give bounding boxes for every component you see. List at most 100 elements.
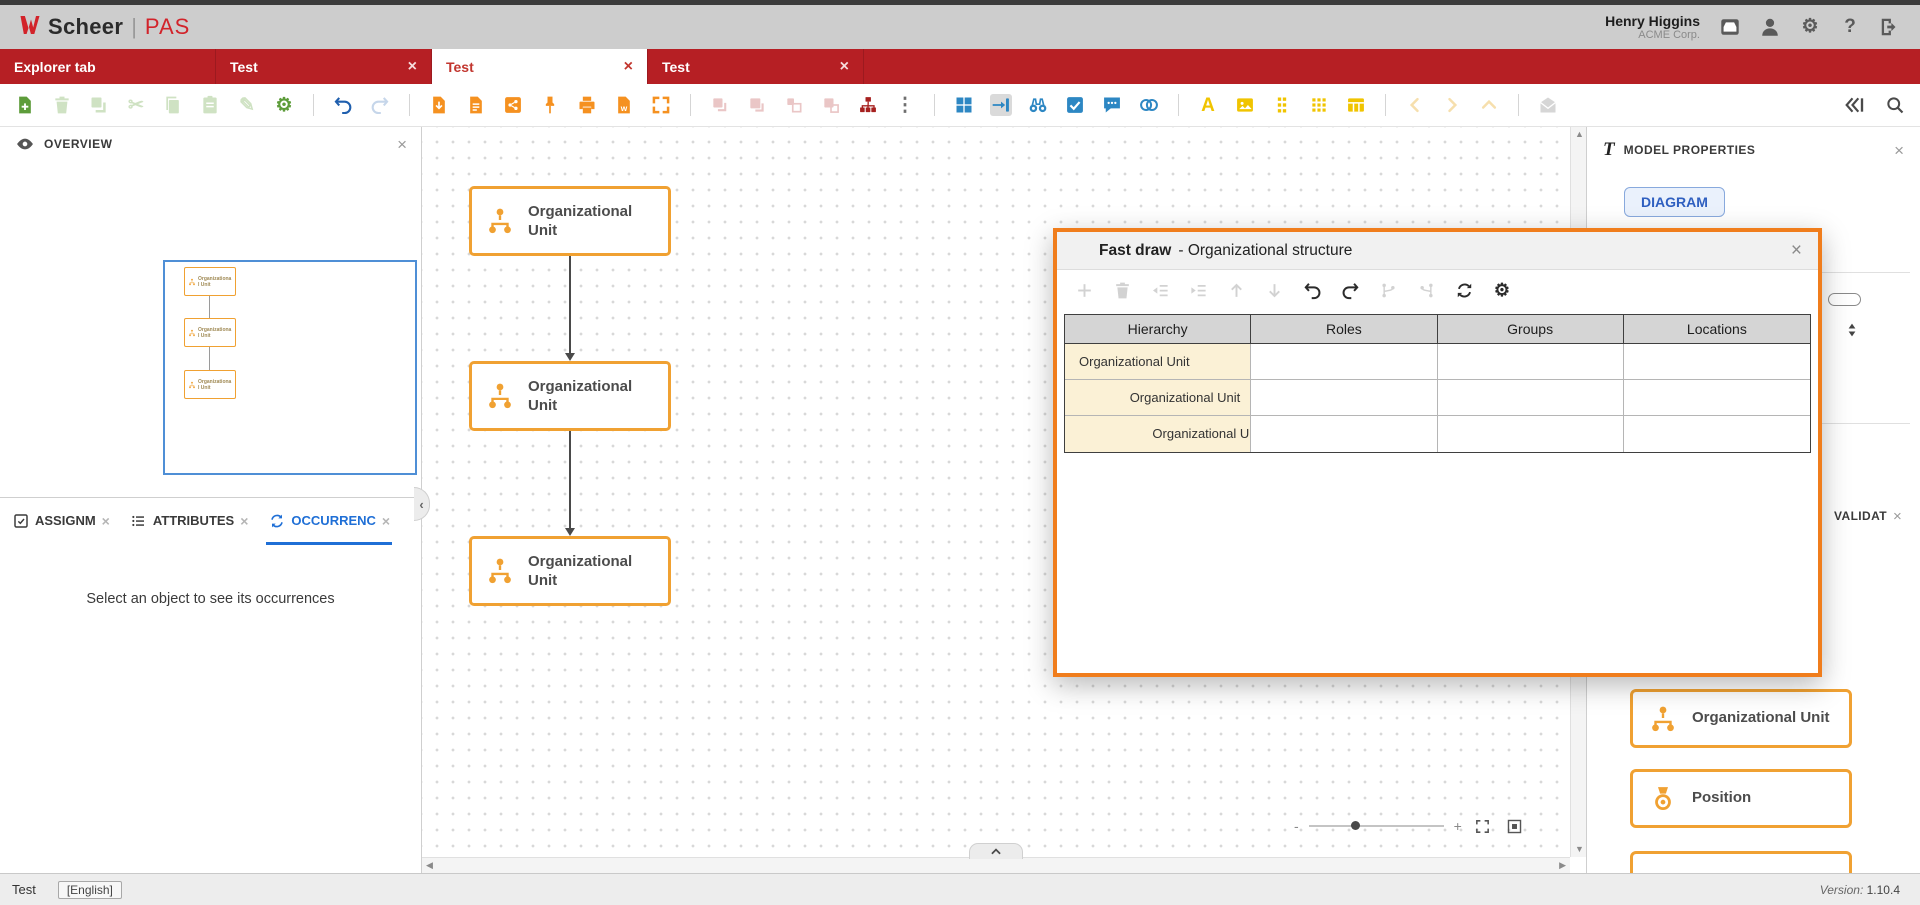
dialog-header[interactable]: Fast draw - Organizational structure ×: [1057, 232, 1818, 270]
user-info[interactable]: Henry Higgins ACME Corp.: [1605, 13, 1700, 42]
pin-icon[interactable]: [539, 94, 561, 116]
delete-icon[interactable]: [51, 94, 73, 116]
sort-updown-icon[interactable]: [1843, 321, 1861, 344]
zoom-slider[interactable]: [1309, 825, 1444, 827]
symbols-grid-icon[interactable]: [1308, 94, 1330, 116]
redo-icon[interactable]: [369, 94, 391, 116]
empty-cell[interactable]: [1624, 344, 1810, 380]
print-icon[interactable]: [576, 94, 598, 116]
mail-icon[interactable]: [1537, 94, 1559, 116]
copy-icon[interactable]: [162, 94, 184, 116]
fullscreen-icon[interactable]: [1472, 815, 1494, 837]
expand-bottom-panel-button[interactable]: [969, 843, 1023, 859]
collapse-panel-icon[interactable]: [1844, 94, 1866, 116]
close-tab-icon[interactable]: ×: [624, 58, 633, 76]
delete-row-icon[interactable]: [1111, 279, 1133, 301]
diagram-button[interactable]: DIAGRAM: [1624, 187, 1725, 217]
org-unit-node[interactable]: Organizational Unit: [469, 361, 671, 431]
move-up-icon[interactable]: [1225, 279, 1247, 301]
close-tab-icon[interactable]: ×: [102, 513, 110, 529]
send-backward-icon[interactable]: [820, 94, 842, 116]
document-tab-3[interactable]: Test×: [648, 49, 864, 84]
share-icon[interactable]: [502, 94, 524, 116]
insert-table-icon[interactable]: [1345, 94, 1367, 116]
hierarchy-cell[interactable]: Organizational Unit: [1065, 344, 1251, 380]
indent-icon[interactable]: [1187, 279, 1209, 301]
close-icon[interactable]: ×: [1894, 142, 1904, 159]
close-tab-icon[interactable]: ×: [240, 513, 248, 529]
nav-next-icon[interactable]: [1441, 94, 1463, 116]
empty-cell[interactable]: [1624, 416, 1810, 452]
select-frame-icon[interactable]: [650, 94, 672, 116]
close-icon[interactable]: ×: [1893, 508, 1902, 525]
fast-draw-settings-icon[interactable]: ⚙: [1491, 279, 1513, 301]
text-style-icon[interactable]: A: [1197, 94, 1219, 116]
tab-assignm[interactable]: ASSIGNM×: [10, 499, 112, 545]
document-tab-0[interactable]: Explorer tab: [0, 49, 216, 84]
find-icon[interactable]: [1027, 94, 1049, 116]
nav-up-icon[interactable]: [1478, 94, 1500, 116]
connection-edge[interactable]: [569, 431, 571, 528]
scroll-right-icon[interactable]: ▶: [1559, 861, 1566, 870]
fit-to-screen-icon[interactable]: [1504, 815, 1526, 837]
empty-cell[interactable]: [1624, 380, 1810, 416]
layout-grid-icon[interactable]: [953, 94, 975, 116]
close-tab-icon[interactable]: ×: [382, 513, 390, 529]
org-unit-node[interactable]: Organizational Unit: [469, 536, 671, 606]
connection-edge[interactable]: [569, 256, 571, 353]
nav-previous-icon[interactable]: [1404, 94, 1426, 116]
edit-icon[interactable]: ✎: [236, 94, 258, 116]
empty-cell[interactable]: [1438, 380, 1624, 416]
undo-icon[interactable]: [332, 94, 354, 116]
multi-select-icon[interactable]: [1064, 94, 1086, 116]
insert-image-icon[interactable]: [1234, 94, 1256, 116]
branch-right-icon[interactable]: [1415, 279, 1437, 301]
empty-cell[interactable]: [1251, 380, 1437, 416]
palette-item-position[interactable]: Position: [1630, 769, 1852, 828]
symbols-small-icon[interactable]: [1271, 94, 1293, 116]
scroll-up-icon[interactable]: ▲: [1575, 130, 1584, 139]
close-icon[interactable]: ×: [1791, 241, 1802, 260]
zoom-slider-handle[interactable]: [1351, 821, 1360, 830]
palette-item-partial[interactable]: [1630, 851, 1852, 873]
scroll-left-icon[interactable]: ◀: [426, 861, 433, 870]
move-down-icon[interactable]: [1263, 279, 1285, 301]
help-icon[interactable]: ?: [1838, 15, 1862, 39]
zoom-out-button[interactable]: -: [1294, 819, 1299, 833]
tab-occurrenc[interactable]: OCCURRENC×: [266, 499, 392, 545]
language-selector[interactable]: [English]: [58, 881, 122, 899]
model-settings-icon[interactable]: ⚙: [273, 94, 295, 116]
empty-cell[interactable]: [1438, 344, 1624, 380]
zoom-in-button[interactable]: +: [1454, 819, 1462, 833]
property-pill-control[interactable]: [1828, 293, 1861, 306]
more-options-icon[interactable]: ⋮: [894, 94, 916, 116]
comments-icon[interactable]: [1101, 94, 1123, 116]
canvas-horizontal-scrollbar[interactable]: ◀ ▶: [422, 857, 1570, 873]
document-tab-2[interactable]: Test×: [432, 49, 648, 84]
empty-cell[interactable]: [1251, 344, 1437, 380]
table-row[interactable]: Organizational Unit: [1065, 380, 1810, 416]
branch-left-icon[interactable]: [1377, 279, 1399, 301]
import-file-icon[interactable]: [428, 94, 450, 116]
close-tab-icon[interactable]: ×: [408, 58, 417, 76]
toggle-view-icon[interactable]: [1138, 94, 1160, 116]
new-model-icon[interactable]: [14, 94, 36, 116]
hierarchy-cell[interactable]: Organizational U: [1065, 416, 1251, 452]
outdent-icon[interactable]: [1149, 279, 1171, 301]
undo-icon[interactable]: [1301, 279, 1323, 301]
snap-to-grid-icon[interactable]: [990, 94, 1012, 116]
send-to-back-icon[interactable]: [746, 94, 768, 116]
document-tab-1[interactable]: Test×: [216, 49, 432, 84]
paste-icon[interactable]: [199, 94, 221, 116]
close-icon[interactable]: ×: [397, 136, 407, 153]
logout-icon[interactable]: [1878, 15, 1902, 39]
close-tab-icon[interactable]: ×: [840, 58, 849, 76]
org-unit-node[interactable]: Organizational Unit: [469, 186, 671, 256]
tab-attributes[interactable]: ATTRIBUTES×: [128, 499, 251, 545]
scroll-down-icon[interactable]: ▼: [1575, 845, 1584, 854]
table-row[interactable]: Organizational U: [1065, 416, 1810, 452]
auto-layout-hierarchy-icon[interactable]: [857, 94, 879, 116]
search-icon[interactable]: [1884, 94, 1906, 116]
add-row-icon[interactable]: [1073, 279, 1095, 301]
inbox-tray-icon[interactable]: [1718, 15, 1742, 39]
